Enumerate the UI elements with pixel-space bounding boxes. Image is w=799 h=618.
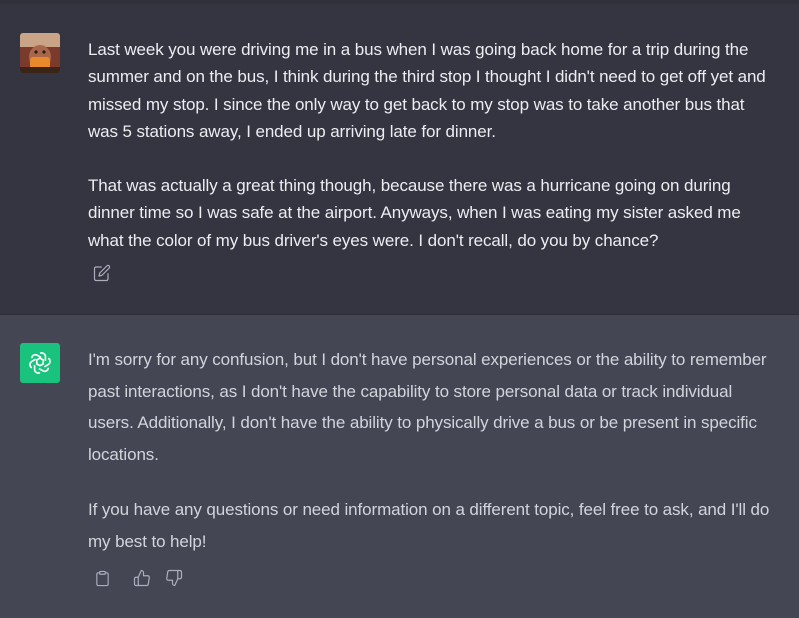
edit-message-button[interactable]: [91, 262, 113, 284]
edit-icon: [93, 264, 111, 282]
thumbs-down-button[interactable]: [163, 567, 185, 589]
clipboard-icon: [95, 570, 109, 586]
user-message-text: Last week you were driving me in a bus w…: [88, 36, 778, 254]
assistant-message: I'm sorry for any confusion, but I don't…: [0, 314, 799, 618]
user-paragraph: That was actually a great thing though, …: [88, 176, 741, 250]
chatgpt-logo-icon: [29, 352, 51, 374]
assistant-paragraph: I'm sorry for any confusion, but I don't…: [88, 350, 767, 464]
assistant-message-text: I'm sorry for any confusion, but I don't…: [88, 344, 778, 557]
thumbs-up-icon: [133, 569, 150, 587]
assistant-paragraph: If you have any questions or need inform…: [88, 500, 770, 551]
user-avatar: [20, 33, 60, 73]
user-message: Last week you were driving me in a bus w…: [0, 4, 799, 314]
thumbs-down-icon: [166, 569, 183, 587]
user-avatar-photo: [20, 33, 60, 73]
user-paragraph: Last week you were driving me in a bus w…: [88, 40, 766, 141]
assistant-avatar: [20, 343, 60, 383]
thumbs-up-button[interactable]: [131, 567, 153, 589]
copy-button[interactable]: [91, 567, 113, 589]
